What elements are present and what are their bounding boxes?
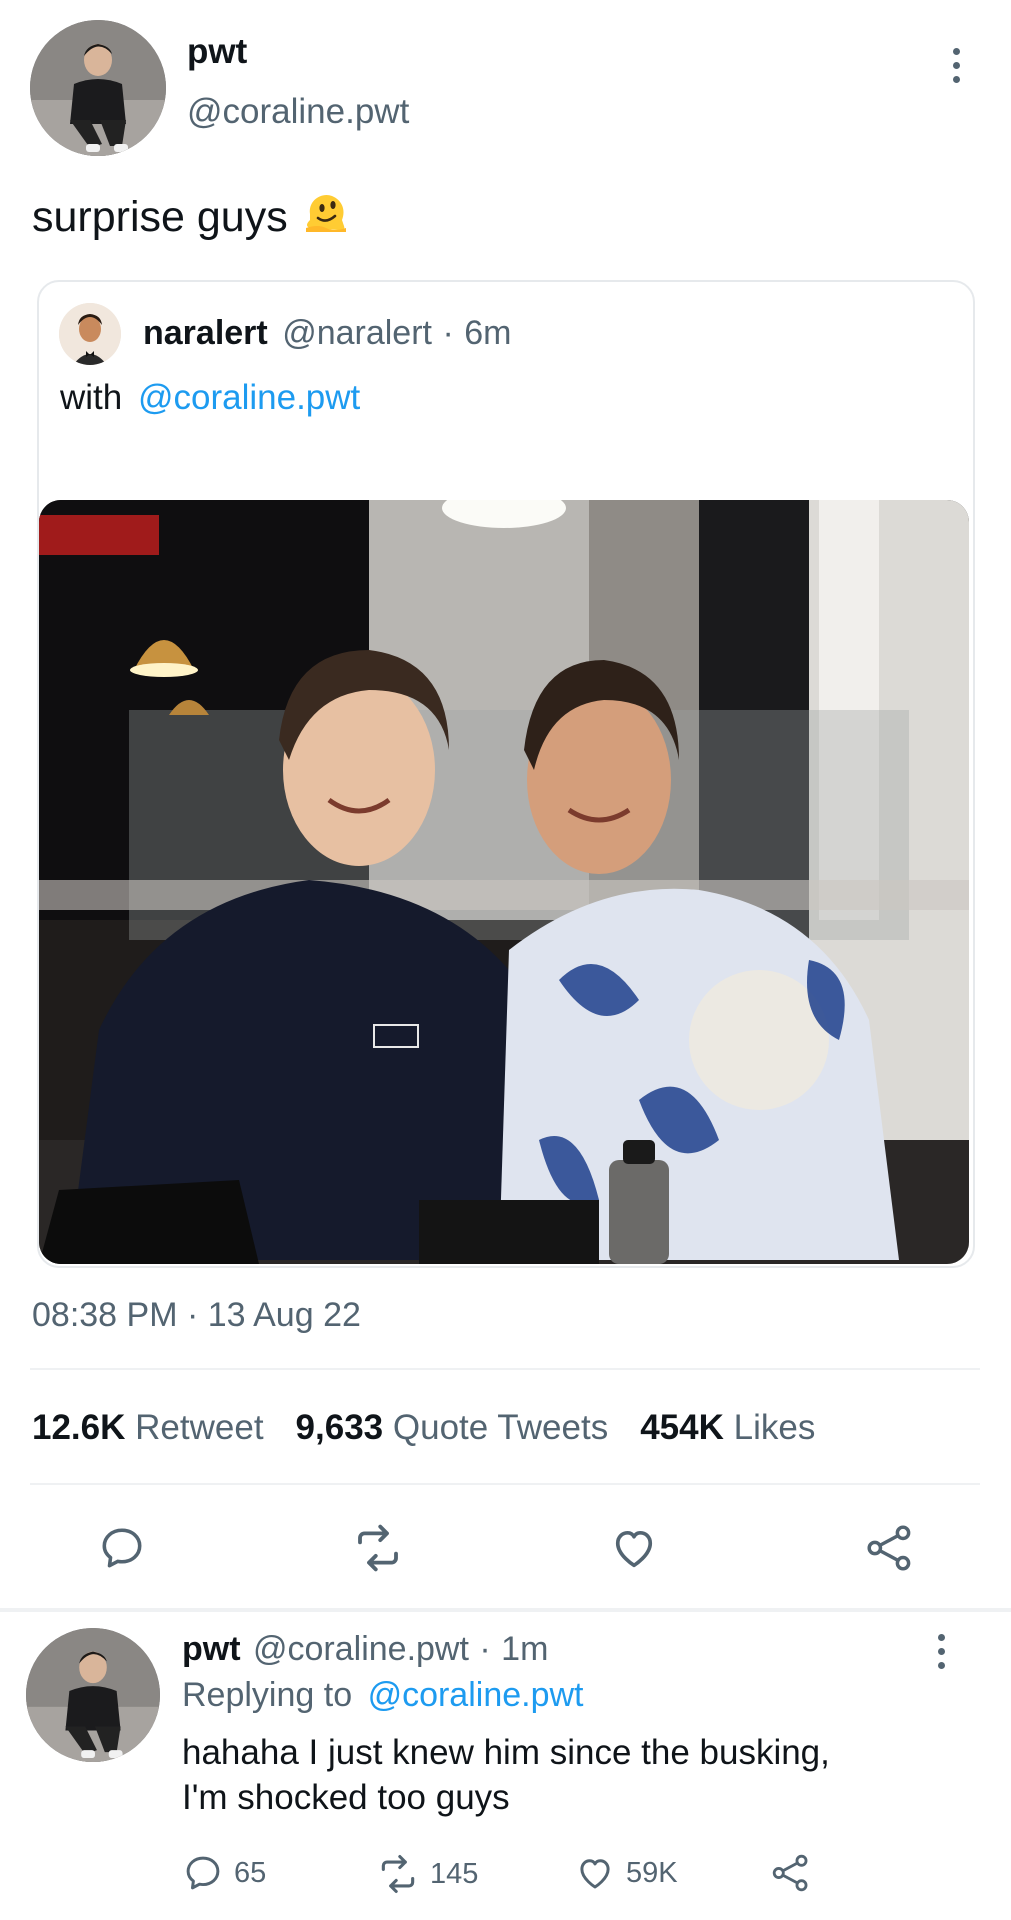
quote-tweets-label: Quote Tweets bbox=[392, 1408, 609, 1447]
share-icon bbox=[867, 1525, 911, 1571]
likes-stat[interactable]: 454K Likes bbox=[640, 1408, 815, 1448]
tweet-text: surprise guys bbox=[32, 188, 350, 247]
quote-tweets-count: 9,633 bbox=[295, 1408, 384, 1447]
melting-face-emoji-icon bbox=[302, 188, 350, 247]
retweets-label: Retweet bbox=[135, 1408, 264, 1447]
quote-tweets-stat[interactable]: 9,633 Quote Tweets bbox=[296, 1408, 609, 1448]
replying-to-prefix: Replying to bbox=[182, 1676, 353, 1714]
reply-icon bbox=[186, 1856, 220, 1890]
share-button[interactable] bbox=[860, 1518, 920, 1578]
quoted-tweet-header: naralert @naralert · 6m bbox=[143, 314, 511, 353]
share-icon bbox=[772, 1854, 808, 1892]
retweet-icon bbox=[381, 1855, 415, 1893]
reply-retweet-count: 145 bbox=[430, 1857, 479, 1890]
quoted-separator: · bbox=[442, 314, 454, 352]
author-display-name[interactable]: pwt bbox=[187, 32, 247, 72]
likes-count: 454K bbox=[640, 1408, 724, 1447]
tweet-timestamp[interactable]: 08:38 PM · 13 Aug 22 bbox=[32, 1296, 361, 1335]
reply-avatar-image bbox=[26, 1628, 160, 1762]
quoted-author-handle[interactable]: @naralert bbox=[282, 314, 432, 352]
like-icon bbox=[580, 1859, 610, 1889]
retweet-icon bbox=[358, 1524, 398, 1572]
replying-to-link[interactable]: @coraline.pwt bbox=[368, 1676, 584, 1714]
quoted-time: 6m bbox=[464, 314, 512, 352]
quoted-tweet-text: with @coraline.pwt bbox=[60, 378, 360, 418]
retweet-button[interactable] bbox=[348, 1518, 408, 1578]
reply-retweet-button[interactable]: 145 bbox=[376, 1852, 478, 1896]
likes-label: Likes bbox=[733, 1408, 816, 1447]
replying-to-line: Replying to @coraline.pwt bbox=[182, 1676, 584, 1715]
engagement-stats: 12.6K Retweet 9,633 Quote Tweets 454K Li… bbox=[32, 1408, 847, 1448]
quoted-tweet-photo[interactable] bbox=[39, 500, 969, 1264]
reply-text-line2: I'm shocked too guys bbox=[182, 1778, 510, 1817]
like-icon bbox=[615, 1530, 653, 1568]
reply-header: pwt @coraline.pwt · 1m bbox=[182, 1630, 548, 1669]
reply-author-handle[interactable]: @coraline.pwt bbox=[253, 1630, 469, 1668]
author-avatar[interactable] bbox=[30, 20, 166, 156]
reply-author-avatar[interactable] bbox=[26, 1628, 160, 1762]
reply-share-button[interactable] bbox=[770, 1852, 812, 1894]
reply-author-display-name[interactable]: pwt bbox=[182, 1630, 241, 1668]
divider bbox=[30, 1483, 980, 1485]
reply-text-line1: hahaha I just knew him since the busking… bbox=[182, 1733, 830, 1772]
retweets-stat[interactable]: 12.6K Retweet bbox=[32, 1408, 264, 1448]
section-divider bbox=[0, 1608, 1011, 1612]
photo-image bbox=[39, 500, 969, 1264]
avatar-image bbox=[30, 20, 166, 156]
reply-button[interactable] bbox=[92, 1518, 152, 1578]
reply-time: 1m bbox=[501, 1630, 549, 1668]
author-handle[interactable]: @coraline.pwt bbox=[187, 92, 409, 132]
reply-reply-button[interactable]: 65 bbox=[182, 1852, 266, 1894]
reply-like-button[interactable]: 59K bbox=[574, 1852, 678, 1894]
tweet-text-content: surprise guys bbox=[32, 193, 288, 241]
quoted-mention-link[interactable]: @coraline.pwt bbox=[138, 378, 360, 417]
quoted-avatar-image bbox=[59, 303, 121, 365]
reply-icon bbox=[102, 1528, 142, 1568]
quoted-text-prefix: with bbox=[60, 378, 123, 417]
divider bbox=[30, 1368, 980, 1370]
retweets-count: 12.6K bbox=[32, 1408, 126, 1447]
reply-reply-count: 65 bbox=[234, 1856, 267, 1889]
quoted-author-display-name[interactable]: naralert bbox=[143, 314, 268, 352]
reply-separator: · bbox=[479, 1630, 491, 1668]
more-options-icon[interactable] bbox=[940, 40, 972, 90]
reply-more-options-icon[interactable] bbox=[926, 1628, 956, 1674]
quoted-author-avatar[interactable] bbox=[59, 303, 121, 365]
reply-text: hahaha I just knew him since the busking… bbox=[182, 1730, 830, 1820]
reply-like-count: 59K bbox=[626, 1856, 678, 1889]
like-button[interactable] bbox=[604, 1518, 664, 1578]
